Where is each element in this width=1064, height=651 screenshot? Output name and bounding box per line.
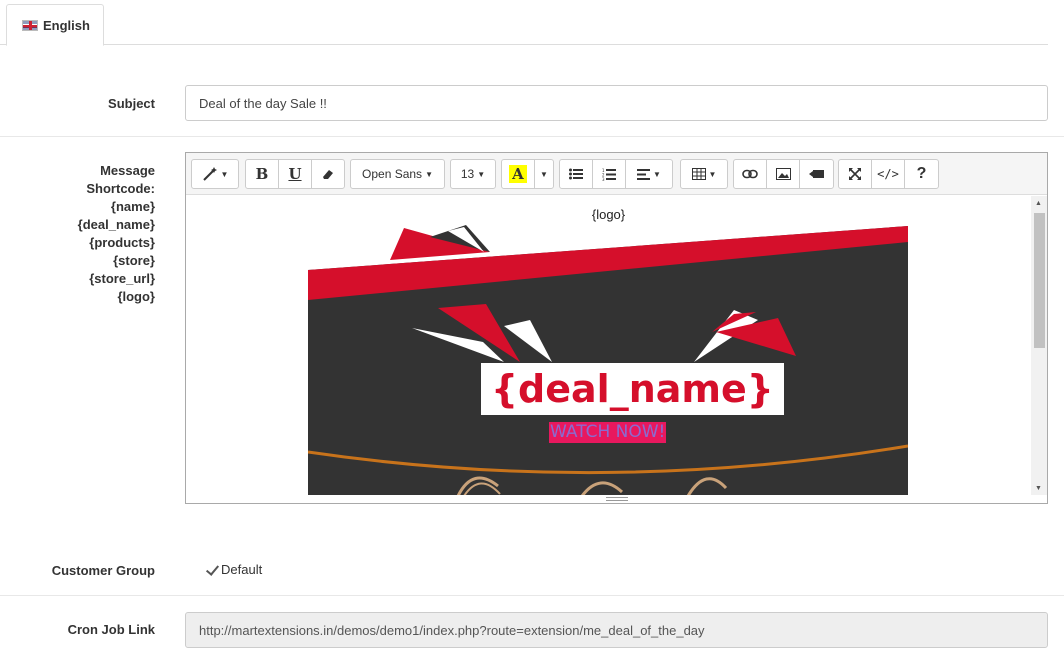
table-icon xyxy=(691,168,706,180)
bold-button[interactable]: B xyxy=(246,160,279,188)
divider xyxy=(0,136,1064,137)
color-group: A ▼ xyxy=(501,159,554,189)
eraser-icon xyxy=(322,170,333,179)
format-group: B U xyxy=(245,159,345,189)
shortcode-products: {products} xyxy=(89,235,155,250)
uk-flag-icon xyxy=(22,19,38,31)
bold-icon: B xyxy=(255,165,269,183)
image-icon xyxy=(775,168,791,180)
deal-name-heading: {deal_name} xyxy=(481,363,784,415)
cron-job-link-field[interactable]: http://martextensions.in/demos/demo1/ind… xyxy=(185,612,1048,648)
view-group: </> ? xyxy=(838,159,939,189)
shortcode-name: {name} xyxy=(110,199,155,214)
editor-content[interactable]: {logo} {deal_name} WATCH NOW! xyxy=(186,196,1031,495)
watch-now-link[interactable]: WATCH NOW! xyxy=(549,422,667,443)
font-family-group: Open Sans ▼ xyxy=(350,159,445,189)
shortcode-logo: {logo} xyxy=(117,289,155,304)
link-button[interactable] xyxy=(734,160,767,188)
shortcode-store: {store} xyxy=(113,253,155,268)
svg-text:3: 3 xyxy=(602,177,605,181)
fullscreen-button[interactable] xyxy=(839,160,872,188)
code-view-button[interactable]: </> xyxy=(872,160,905,188)
font-size-value: 13 xyxy=(460,167,475,181)
message-editor: ▼ B U Open Sans ▼ 13 ▼ A ▼ 1 2 3 ▼ ▼ </>… xyxy=(185,152,1048,504)
shortcode-store-url: {store_url} xyxy=(89,271,155,286)
editor-scrollbar[interactable]: ▲ ▼ xyxy=(1031,196,1047,495)
font-size-dropdown[interactable]: 13 ▼ xyxy=(451,160,495,188)
table-button[interactable]: ▼ xyxy=(681,160,727,188)
tab-label: English xyxy=(43,17,90,33)
insert-group xyxy=(733,159,834,189)
video-icon xyxy=(809,170,824,178)
numbered-list-icon: 123 xyxy=(602,168,616,181)
align-dropdown-button[interactable]: ▼ xyxy=(626,160,672,188)
scroll-down-icon[interactable]: ▼ xyxy=(1035,485,1042,492)
code-icon: </> xyxy=(877,167,899,181)
underline-button[interactable]: U xyxy=(279,160,312,188)
tab-english[interactable]: English xyxy=(6,4,104,46)
underline-icon: U xyxy=(288,165,302,183)
divider xyxy=(0,595,1064,596)
magic-wand-button[interactable]: ▼ xyxy=(192,160,238,188)
eraser-button[interactable] xyxy=(312,160,344,188)
color-dropdown-button[interactable]: ▼ xyxy=(535,160,553,188)
video-button[interactable] xyxy=(800,160,833,188)
resize-grip-icon xyxy=(605,497,628,501)
paragraph-group: 123 ▼ xyxy=(559,159,673,189)
message-shortcodes: Message Shortcode: {name} {deal_name} {p… xyxy=(78,162,155,306)
resize-handle[interactable] xyxy=(186,495,1047,503)
style-group: ▼ xyxy=(191,159,239,189)
magic-wand-icon xyxy=(202,167,217,181)
bullet-list-button[interactable] xyxy=(560,160,593,188)
customer-group-label: Customer Group xyxy=(51,563,155,578)
customer-group-default-checkbox[interactable]: Default xyxy=(205,562,262,577)
font-family-value: Open Sans xyxy=(362,167,423,181)
link-icon xyxy=(742,169,758,179)
fullscreen-icon xyxy=(849,168,861,180)
deal-banner-graphic xyxy=(308,225,908,495)
help-button[interactable]: ? xyxy=(905,160,938,188)
subject-label: Subject xyxy=(108,96,155,111)
shortcode-label: Shortcode: xyxy=(86,181,155,196)
font-size-group: 13 ▼ xyxy=(450,159,496,189)
numbered-list-button[interactable]: 123 xyxy=(593,160,626,188)
help-icon: ? xyxy=(916,165,927,182)
chevron-down-icon: ▼ xyxy=(540,169,548,179)
highlight-a-icon: A xyxy=(509,165,527,183)
checkmark-icon[interactable] xyxy=(205,563,219,577)
shortcode-deal-name: {deal_name} xyxy=(77,217,155,232)
language-tabs: English xyxy=(0,0,1048,46)
customer-group-option: Default xyxy=(221,562,263,577)
align-left-icon xyxy=(637,168,651,180)
bullet-list-icon xyxy=(569,168,583,180)
cron-job-label: Cron Job Link xyxy=(67,622,155,637)
table-group: ▼ xyxy=(680,159,728,189)
text-color-button[interactable]: A xyxy=(502,160,535,188)
scroll-up-icon[interactable]: ▲ xyxy=(1035,200,1042,207)
image-button[interactable] xyxy=(767,160,800,188)
scroll-thumb[interactable] xyxy=(1034,213,1045,348)
subject-input[interactable]: Deal of the day Sale !! xyxy=(185,85,1048,121)
editor-toolbar: ▼ B U Open Sans ▼ 13 ▼ A ▼ 1 2 3 ▼ ▼ </>… xyxy=(186,153,1047,195)
font-family-dropdown[interactable]: Open Sans ▼ xyxy=(351,160,444,188)
message-label: Message xyxy=(100,163,155,178)
